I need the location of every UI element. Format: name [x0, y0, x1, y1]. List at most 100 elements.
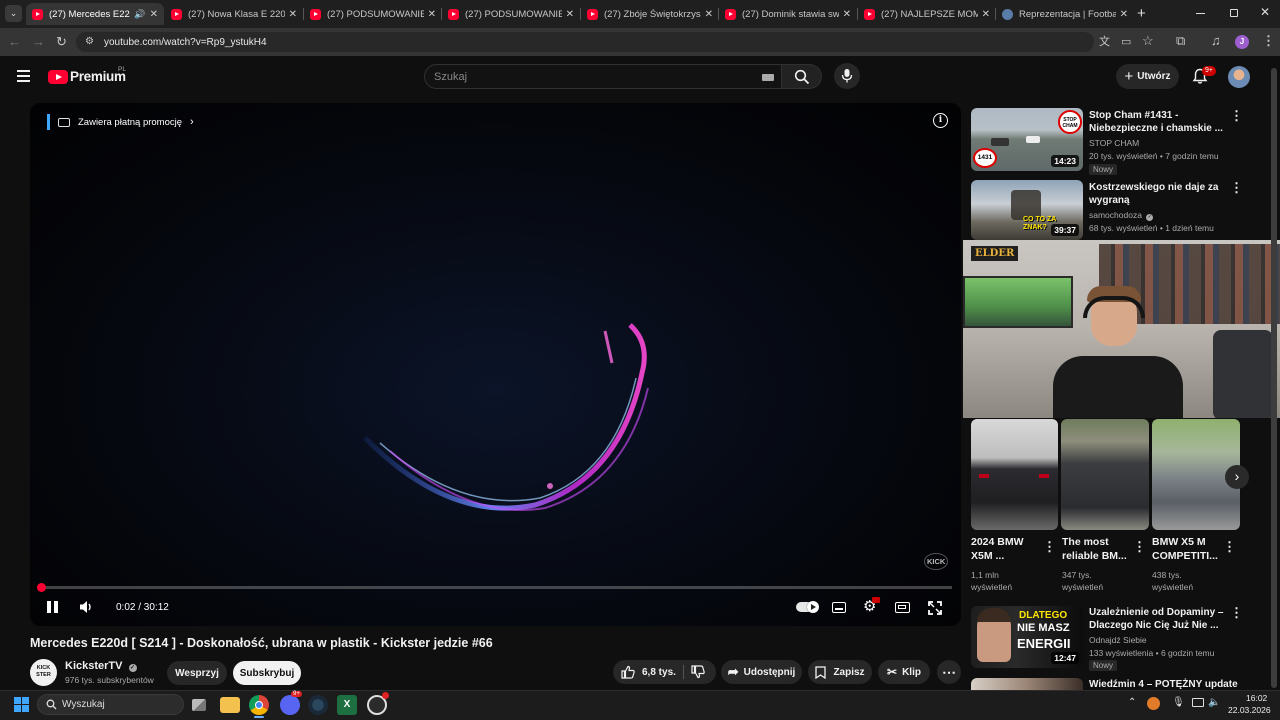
obs-icon[interactable]: [367, 692, 389, 715]
browser-tab-active[interactable]: (27) Mercedes E220d 🔊 ✕: [26, 3, 164, 25]
url-text[interactable]: youtube.com/watch?v=Rp9_ystukH4: [104, 37, 267, 48]
short-title[interactable]: BMW X5 M: [1152, 536, 1206, 549]
video-title-line2[interactable]: Dlaczego Nic Cię Już Nie ...: [1089, 619, 1218, 632]
tab-search-button[interactable]: ⌄: [5, 5, 22, 22]
video-channel[interactable]: STOP CHAM: [1089, 137, 1139, 149]
windows-start-icon[interactable]: [14, 697, 29, 712]
like-button[interactable]: 6,8 tys.: [613, 660, 681, 684]
autoplay-toggle[interactable]: [796, 601, 819, 613]
short-title[interactable]: The most: [1062, 536, 1109, 549]
video-channel[interactable]: samochodoza ✓: [1089, 209, 1154, 221]
clip-button[interactable]: ✂ Klip: [878, 660, 930, 684]
notifications-button[interactable]: 9+: [1192, 66, 1216, 86]
account-avatar[interactable]: [1228, 66, 1250, 88]
cast-icon[interactable]: ▭: [1121, 35, 1131, 49]
browser-menu-icon[interactable]: ⋮: [1262, 34, 1275, 48]
reload-icon[interactable]: ↻: [56, 35, 67, 49]
video-thumbnail[interactable]: DLATEGO NIE MASZ ENERGII 12:47: [971, 606, 1083, 668]
task-view-icon[interactable]: [192, 699, 206, 711]
tab-audio-icon[interactable]: 🔊: [134, 9, 145, 20]
profile-avatar[interactable]: J: [1235, 35, 1249, 49]
hamburger-menu-icon[interactable]: [17, 70, 30, 82]
translate-icon[interactable]: 文: [1099, 35, 1110, 49]
fullscreen-icon[interactable]: [928, 601, 942, 615]
video-title[interactable]: Kostrzewskiego nie daje za: [1089, 181, 1219, 194]
save-button[interactable]: Zapisz: [808, 660, 872, 684]
subtitles-icon[interactable]: [832, 602, 846, 613]
excel-icon[interactable]: X: [337, 695, 357, 715]
browser-tab[interactable]: (27) NAJLEPSZE MOMEN ✕: [858, 3, 996, 25]
video-title-line2[interactable]: Niebezpieczne i chamskie ...: [1089, 122, 1223, 135]
channel-avatar[interactable]: KICK STER: [30, 659, 57, 686]
video-title-line2[interactable]: wygraną: [1089, 194, 1130, 207]
speaker-icon[interactable]: 🔈: [1208, 697, 1220, 708]
more-options-icon[interactable]: ⋮: [1133, 540, 1146, 553]
tab-close-icon[interactable]: ✕: [982, 9, 990, 20]
progress-bar[interactable]: [40, 586, 952, 589]
forward-icon[interactable]: →: [32, 35, 45, 49]
video-thumbnail[interactable]: [971, 678, 1083, 690]
subscribe-button[interactable]: Subskrybuj: [233, 661, 301, 685]
short-title-line2[interactable]: COMPETITI...: [1152, 550, 1218, 563]
browser-tab[interactable]: (27) PODSUMOWANIE FA ✕: [304, 3, 442, 25]
short-title-line2[interactable]: reliable BM...: [1062, 550, 1127, 563]
microphone-icon[interactable]: 🎙: [1172, 697, 1185, 708]
more-options-icon[interactable]: ⋮: [1043, 540, 1056, 553]
short-thumbnail[interactable]: [971, 419, 1058, 530]
channel-name[interactable]: KicksterTV ✓: [65, 660, 137, 672]
create-button[interactable]: + Utwórz: [1116, 64, 1179, 89]
pause-button[interactable]: [47, 601, 59, 614]
short-title[interactable]: 2024 BMW: [971, 536, 1024, 549]
browser-tab[interactable]: (27) Zbóje Świętokrzyscy ✕: [581, 3, 719, 25]
new-tab-button[interactable]: +: [1137, 5, 1146, 22]
more-options-icon[interactable]: ⋮: [1230, 181, 1243, 194]
restore-icon[interactable]: [1230, 9, 1238, 17]
tab-close-icon[interactable]: ✕: [843, 9, 851, 20]
extensions-icon[interactable]: ⧉: [1176, 34, 1185, 48]
dislike-button[interactable]: [685, 660, 716, 684]
windows-search-input[interactable]: Wyszukaj: [37, 694, 184, 715]
file-explorer-icon[interactable]: [220, 697, 240, 713]
browser-tab[interactable]: (27) Dominik stawia swoje ✕: [719, 3, 857, 25]
share-button[interactable]: ➦ Udostępnij: [721, 660, 802, 684]
video-player[interactable]: Zawiera płatną promocję › i KICK: [30, 103, 961, 626]
video-thumbnail[interactable]: CO TO ZA ZNAK? 39:37: [971, 180, 1083, 240]
shorts-next-button[interactable]: ›: [1225, 465, 1249, 489]
video-title[interactable]: Stop Cham #1431 -: [1089, 109, 1178, 122]
more-actions-button[interactable]: ⋯: [937, 660, 961, 684]
media-control-icon[interactable]: ♫: [1211, 34, 1221, 48]
minimize-icon[interactable]: [1196, 13, 1205, 14]
paid-promotion-banner[interactable]: Zawiera płatną promocję ›: [47, 114, 194, 130]
sidebar-scrollbar[interactable]: [1271, 68, 1277, 688]
back-icon[interactable]: ←: [8, 35, 21, 49]
chrome-icon[interactable]: [249, 695, 269, 715]
steam-icon[interactable]: [308, 695, 328, 715]
discord-icon[interactable]: 9+: [280, 691, 302, 715]
youtube-logo[interactable]: Premium PL: [48, 66, 138, 85]
video-title[interactable]: Uzależnienie od Dopaminy –: [1089, 606, 1223, 619]
tab-close-icon[interactable]: ✕: [1120, 9, 1128, 20]
site-info-icon[interactable]: ⚙: [85, 36, 97, 48]
clock-time[interactable]: 16:02: [1246, 693, 1267, 703]
tab-close-icon[interactable]: ✕: [289, 9, 297, 20]
browser-tab[interactable]: (27) PODSUMOWANIE FA ✕: [442, 3, 580, 25]
keyboard-icon[interactable]: [762, 74, 774, 81]
more-options-icon[interactable]: ⋮: [1230, 109, 1243, 122]
display-icon[interactable]: [1192, 698, 1204, 707]
browser-tab[interactable]: (27) Nowa Klasa E 220 d ✕: [165, 3, 303, 25]
short-thumbnail[interactable]: [1061, 419, 1149, 530]
tab-close-icon[interactable]: ✕: [705, 9, 713, 20]
voice-search-button[interactable]: [834, 63, 860, 89]
more-options-icon[interactable]: ⋮: [1223, 540, 1236, 553]
bookmark-star-icon[interactable]: ☆: [1142, 34, 1154, 48]
tab-close-icon[interactable]: ✕: [428, 9, 436, 20]
settings-gear-icon[interactable]: ⚙: [863, 597, 880, 614]
tray-network-icon[interactable]: [1149, 699, 1163, 713]
short-title-line2[interactable]: X5M ...: [971, 550, 1004, 563]
info-icon[interactable]: i: [933, 113, 948, 128]
tab-close-icon[interactable]: ✕: [150, 9, 158, 20]
tab-close-icon[interactable]: ✕: [566, 9, 574, 20]
volume-button[interactable]: [79, 600, 94, 619]
browser-tab[interactable]: Reprezentacja | FootballT ✕: [996, 3, 1134, 25]
search-input[interactable]: Szukaj: [424, 64, 782, 89]
